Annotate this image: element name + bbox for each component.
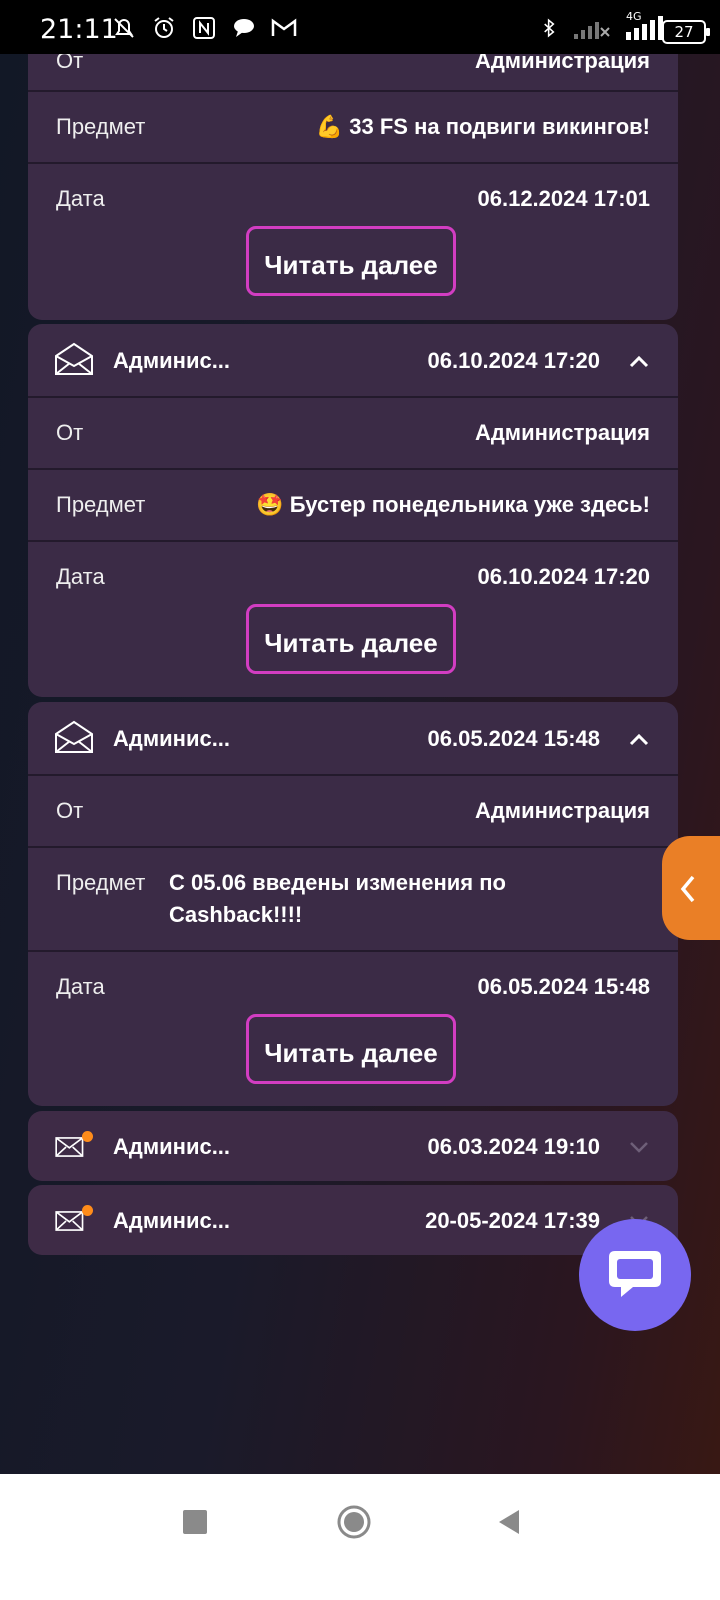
message-sender: Админис... <box>113 726 231 751</box>
read-more-button[interactable]: Читать далее <box>246 604 456 674</box>
side-panel-toggle[interactable] <box>662 836 720 940</box>
message-header[interactable]: Админис... 06.05.2024 15:48 <box>28 702 678 774</box>
nfc-icon <box>193 17 215 39</box>
system-icons: 4G <box>540 10 668 42</box>
date-value: 06.05.2024 15:48 <box>477 974 651 999</box>
from-label: От <box>56 798 84 823</box>
from-value: Администрация <box>474 54 650 73</box>
subject-value: 💪 33 FS на подвиги викингов! <box>315 114 650 139</box>
message-sender: Админис... <box>113 348 231 373</box>
message-sender: Админис... <box>113 1134 231 1159</box>
from-value: Администрация <box>474 798 650 823</box>
date-value: 06.10.2024 17:20 <box>477 564 651 589</box>
envelope-icon <box>55 720 93 753</box>
alarm-icon <box>154 17 174 38</box>
bell-off-icon <box>114 18 134 38</box>
chevron-down-icon[interactable] <box>628 1140 650 1154</box>
message-card-collapsed[interactable]: Админис... 20-05-2024 17:39 <box>28 1185 678 1255</box>
navigation-bar <box>0 1474 720 1600</box>
message-subject-row: Предмет С 05.06 введены изменения по Cas… <box>28 846 678 952</box>
message-from-row: От Администрация <box>28 396 678 470</box>
chat-bubble-icon <box>609 1251 661 1297</box>
message-header-date: 06.05.2024 15:48 <box>427 726 601 751</box>
message-card-collapsed[interactable]: Админис... 06.03.2024 19:10 <box>28 1111 678 1181</box>
from-label: От <box>56 54 84 73</box>
unread-dot <box>82 1205 93 1216</box>
status-bar: 21:11 4G 27 <box>0 0 720 54</box>
message-card: От Администрация Предмет 💪 33 FS на подв… <box>28 54 678 320</box>
message-date-row: Дата 06.10.2024 17:20 Читать далее <box>28 540 678 697</box>
date-label: Дата <box>56 186 105 211</box>
subject-value-line1: С 05.06 введены изменения по <box>169 870 506 895</box>
message-header-date: 20-05-2024 17:39 <box>425 1208 600 1233</box>
message-bubble-icon <box>234 19 254 37</box>
gmail-icon <box>271 18 297 36</box>
signal-icon <box>574 22 610 39</box>
battery-icon: 27 <box>662 20 710 44</box>
message-from-row: От Администрация <box>28 54 678 90</box>
message-date-row: Дата 06.05.2024 15:48 Читать далее <box>28 950 678 1106</box>
back-button[interactable] <box>497 1508 521 1536</box>
message-header[interactable]: Админис... 06.10.2024 17:20 <box>28 324 678 396</box>
notification-icons <box>110 16 298 40</box>
unread-dot <box>82 1131 93 1142</box>
subject-label: Предмет <box>56 870 146 895</box>
from-label: От <box>56 420 84 445</box>
from-value: Администрация <box>474 420 650 445</box>
message-subject-row: Предмет 🤩 Бустер понедельника уже здесь! <box>28 468 678 542</box>
chevron-left-icon <box>680 875 695 903</box>
date-label: Дата <box>56 974 105 999</box>
message-header-date: 06.10.2024 17:20 <box>427 348 601 373</box>
chevron-up-icon[interactable] <box>628 354 650 368</box>
message-card: Админис... 06.05.2024 15:48 От Администр… <box>28 702 678 1106</box>
status-time: 21:11 <box>40 14 118 45</box>
subject-label: Предмет <box>56 492 146 517</box>
message-card: Админис... 06.10.2024 17:20 От Администр… <box>28 324 678 697</box>
date-label: Дата <box>56 564 105 589</box>
subject-value-line2: Cashback!!!! <box>169 902 303 927</box>
network-type: 4G <box>626 10 642 23</box>
subject-value: 🤩 Бустер понедельника уже здесь! <box>256 492 650 517</box>
subject-label: Предмет <box>56 114 146 139</box>
message-sender: Админис... <box>113 1208 231 1233</box>
read-more-button[interactable]: Читать далее <box>246 226 456 296</box>
battery-level: 27 <box>674 23 694 41</box>
chevron-up-icon[interactable] <box>628 732 650 746</box>
support-chat-button[interactable] <box>579 1219 691 1331</box>
message-header-date: 06.03.2024 19:10 <box>427 1134 601 1159</box>
home-button[interactable] <box>336 1504 372 1540</box>
envelope-icon <box>55 342 93 375</box>
read-more-button[interactable]: Читать далее <box>246 1014 456 1084</box>
date-value: 06.12.2024 17:01 <box>477 186 651 211</box>
message-date-row: Дата 06.12.2024 17:01 Читать далее <box>28 162 678 320</box>
message-from-row: От Администрация <box>28 774 678 848</box>
recents-button[interactable] <box>183 1510 207 1534</box>
bluetooth-icon <box>544 18 555 38</box>
message-subject-row: Предмет 💪 33 FS на подвиги викингов! <box>28 90 678 164</box>
